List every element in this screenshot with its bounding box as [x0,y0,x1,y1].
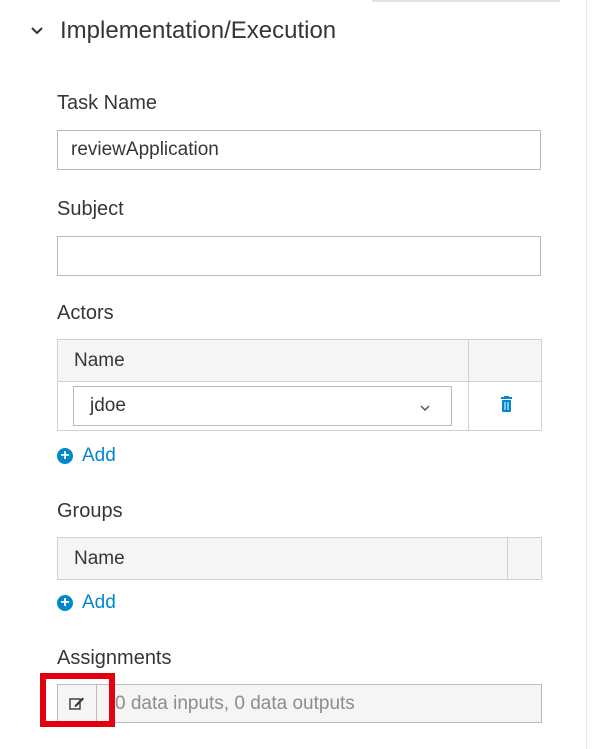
section-header-implementation[interactable]: Implementation/Execution [30,14,336,48]
column-divider [468,340,469,381]
actors-table-header: Name [58,340,541,382]
table-row: jdoe [58,382,541,430]
actors-label: Actors [57,302,114,324]
groups-label: Groups [57,500,123,522]
panel-right-border [586,0,587,749]
actor-select-value: jdoe [90,395,126,416]
actors-table: Name jdoe [57,339,542,431]
add-actor-label: Add [82,445,116,466]
groups-name-column-header: Name [74,547,125,569]
assignments-label: Assignments [57,647,172,669]
assignments-summary: 0 data inputs, 0 data outputs [115,692,355,714]
highlight-box [40,673,115,727]
add-group-label: Add [82,592,116,613]
section-title: Implementation/Execution [60,17,337,44]
column-divider [507,538,508,579]
top-border [372,0,560,2]
subject-label: Subject [57,198,124,220]
chevron-down-icon [31,27,43,35]
actor-select[interactable]: jdoe [73,386,452,426]
chevron-down-icon [420,405,430,412]
task-name-input[interactable]: reviewApplication [57,130,541,170]
plus-circle-icon: + [57,595,73,611]
subject-input[interactable] [57,236,541,276]
plus-circle-icon: + [57,448,73,464]
task-name-label: Task Name [57,92,158,114]
groups-table-header: Name [58,538,541,579]
actors-name-column-header: Name [74,349,125,371]
trash-icon[interactable] [500,396,513,412]
groups-table: Name [57,537,542,580]
column-divider [468,382,469,430]
add-actor-button[interactable]: + Add [57,445,116,467]
add-group-button[interactable]: + Add [57,592,116,614]
assignments-field: 0 data inputs, 0 data outputs [57,684,542,723]
